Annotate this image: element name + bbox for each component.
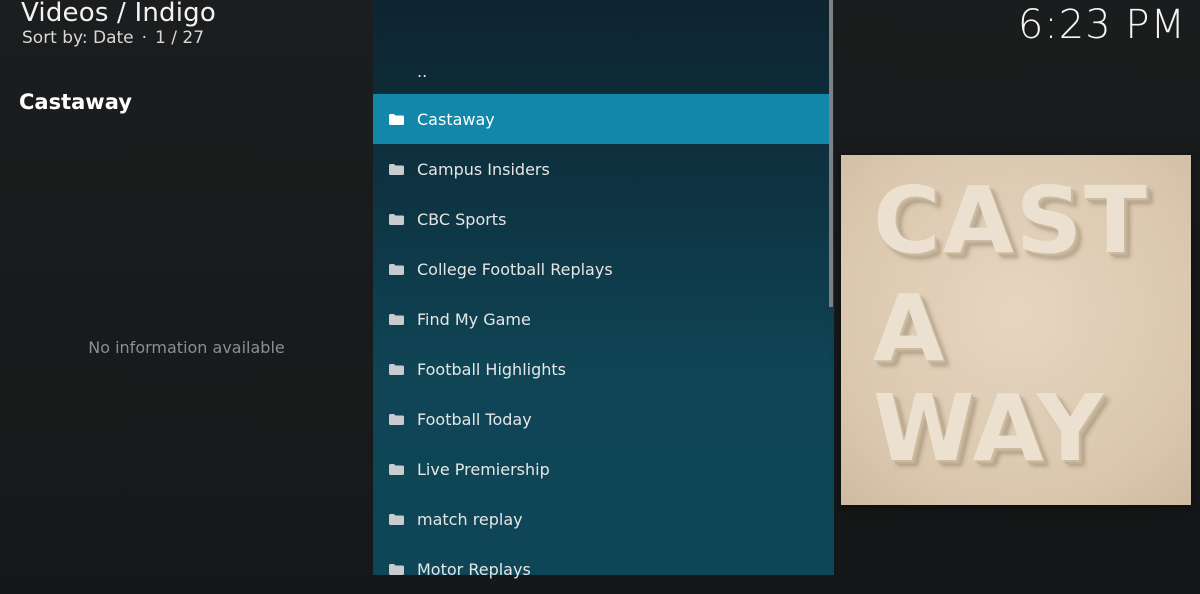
list-item[interactable]: match replay <box>373 494 830 544</box>
list-item-label: Football Today <box>417 409 532 429</box>
list-item[interactable]: Find My Game <box>373 294 830 344</box>
folder-artwork: CAST A WAY <box>841 155 1191 505</box>
list-item-label: College Football Replays <box>417 259 613 279</box>
no-info-text: No information available <box>88 338 285 357</box>
folder-icon <box>389 363 404 375</box>
folder-icon <box>389 413 404 425</box>
list-item[interactable]: Campus Insiders <box>373 144 830 194</box>
list-item[interactable]: Motor Replays <box>373 544 830 594</box>
poster-text-line: CAST <box>873 167 1149 274</box>
info-panel <box>0 0 373 575</box>
parent-folder-label: .. <box>417 61 428 81</box>
list-item[interactable]: Football Highlights <box>373 344 830 394</box>
folder-icon <box>389 513 404 525</box>
poster-text-line: A <box>873 275 947 382</box>
folder-list: .. Castaway Campus Insiders CBC Sports C… <box>373 0 834 579</box>
list-item-label: Live Premiership <box>417 459 550 479</box>
list-item-label: Football Highlights <box>417 359 566 379</box>
breadcrumb: Videos / Indigo <box>21 0 216 28</box>
folder-icon <box>389 563 404 575</box>
list-item-label: Campus Insiders <box>417 159 550 179</box>
list-item[interactable]: Football Today <box>373 394 830 444</box>
list-item[interactable]: Live Premiership <box>373 444 830 494</box>
folder-icon <box>389 263 404 275</box>
list-item[interactable]: Castaway <box>373 94 830 144</box>
list-scrollbar[interactable] <box>829 0 833 307</box>
separator: · <box>141 28 148 48</box>
sort-label: Sort by: Date <box>22 28 134 48</box>
poster-text-line: WAY <box>873 375 1106 482</box>
folder-icon <box>389 113 404 125</box>
list-item-label: Find My Game <box>417 309 531 329</box>
item-position: 1 / 27 <box>155 28 205 48</box>
list-item-parent[interactable]: .. <box>373 46 830 96</box>
list-item-label: Castaway <box>417 109 495 129</box>
list-item[interactable]: College Football Replays <box>373 244 830 294</box>
folder-icon <box>389 313 404 325</box>
list-item-label: CBC Sports <box>417 209 507 229</box>
folder-icon <box>389 163 404 175</box>
selected-item-title: Castaway <box>19 90 132 114</box>
list-item-label: match replay <box>417 509 523 529</box>
clock: 6:23 PM <box>1017 2 1186 48</box>
list-item-label: Motor Replays <box>417 559 531 579</box>
folder-icon <box>389 463 404 475</box>
list-item[interactable]: CBC Sports <box>373 194 830 244</box>
sort-info[interactable]: Sort by: Date · 1 / 27 <box>22 28 204 48</box>
folder-icon <box>389 213 404 225</box>
